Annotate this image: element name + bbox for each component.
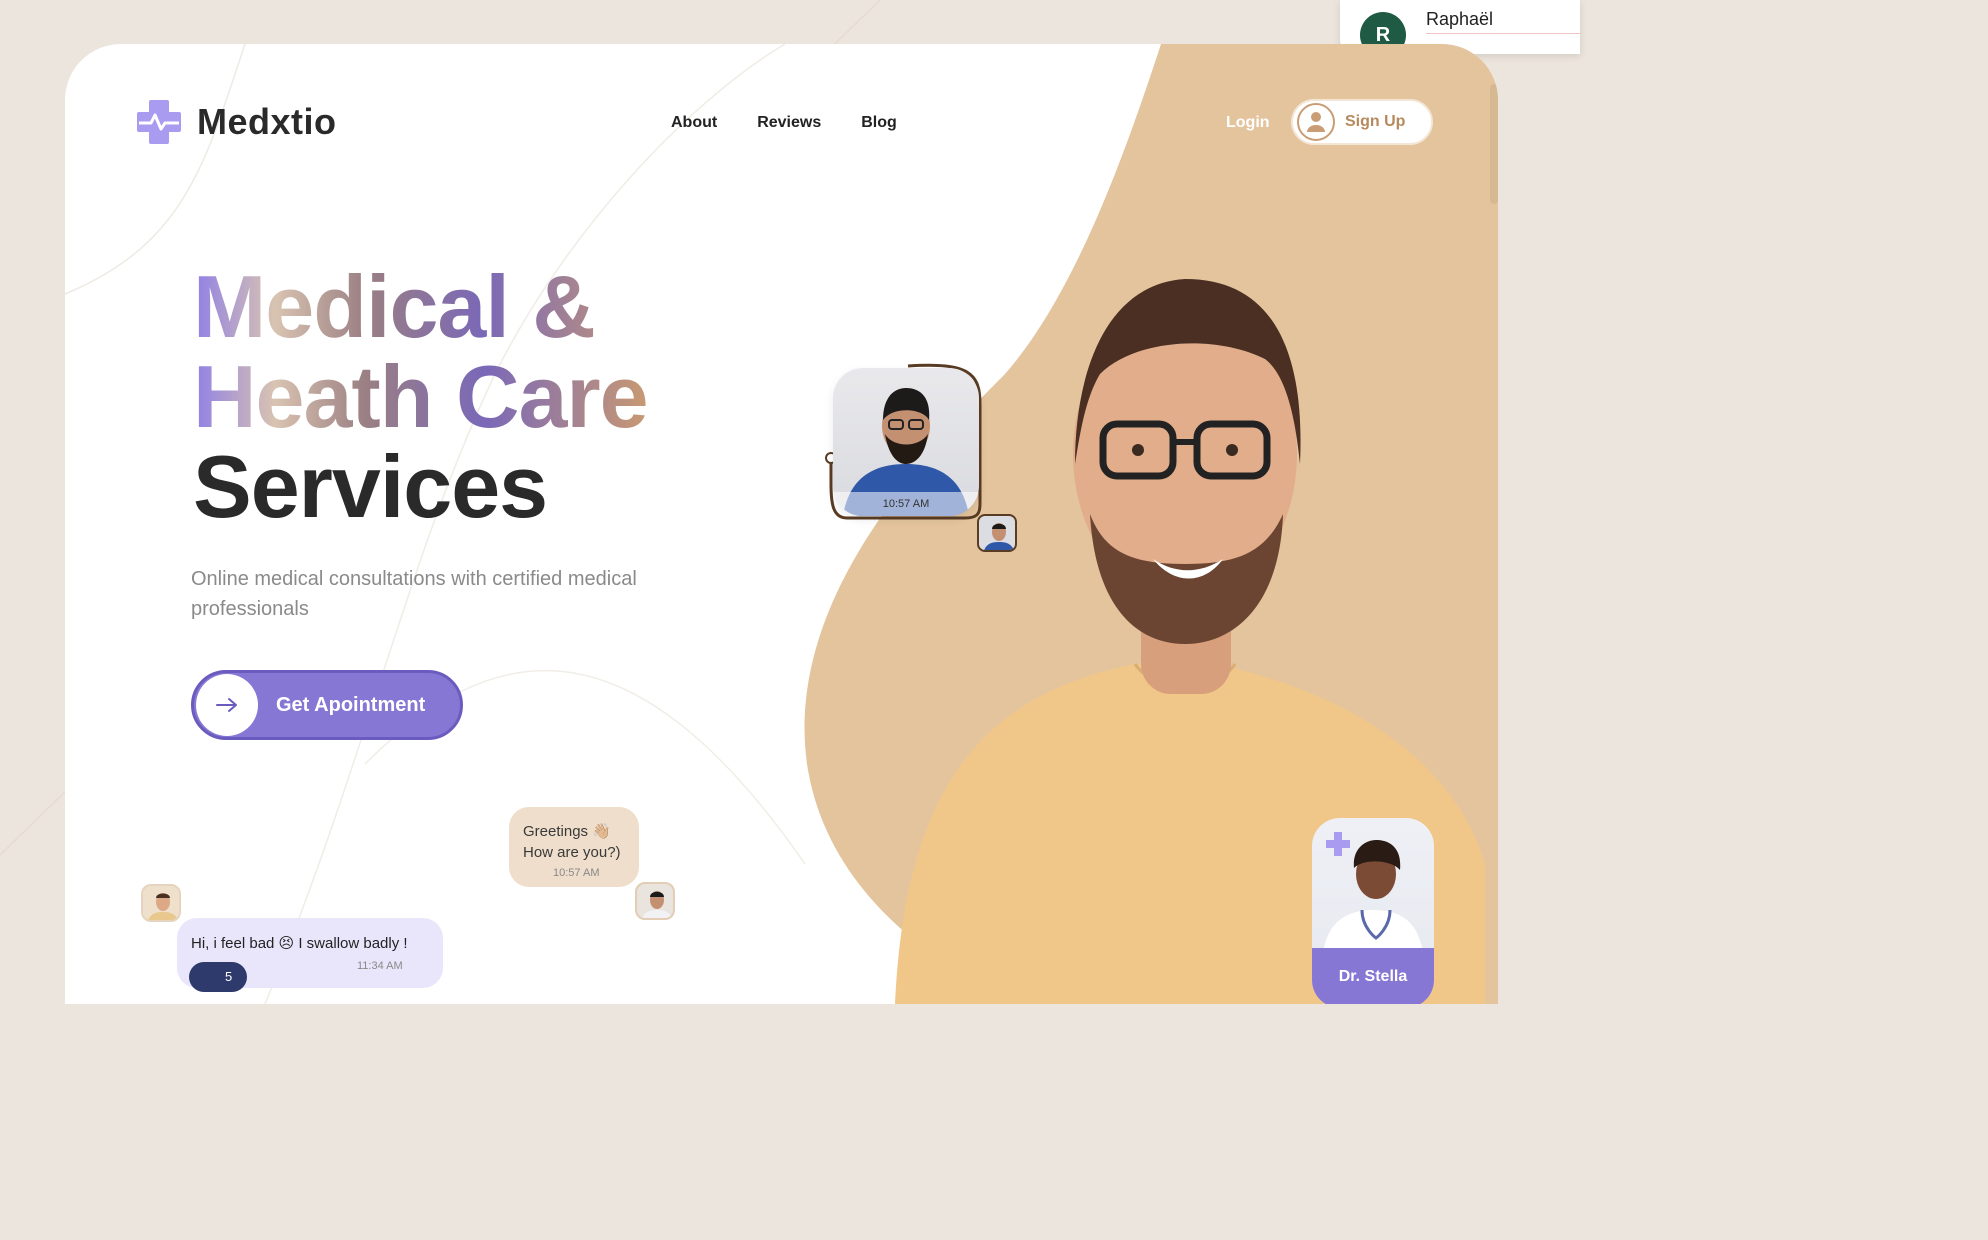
nav-about[interactable]: About	[671, 114, 717, 132]
main-nav: About Reviews Blog	[671, 114, 897, 132]
patient-avatar	[141, 884, 181, 922]
medical-cross-icon	[137, 100, 181, 144]
patient-message-time: 11:34 AM	[357, 960, 403, 972]
nav-blog[interactable]: Blog	[861, 114, 897, 132]
doctor-video-bubble[interactable]: 10:57 AM	[833, 368, 979, 516]
greeting-bubble: Greetings 👋🏼 How are you?) 10:57 AM	[509, 807, 639, 887]
brand-name: Medxtio	[197, 101, 337, 142]
hero-title: Medical & Heath Care Services	[193, 262, 649, 536]
scrollbar[interactable]	[1490, 84, 1498, 204]
reaction-badge[interactable]: 5	[189, 962, 247, 992]
get-appointment-button[interactable]: Get Apointment	[191, 670, 463, 740]
greeting-time: 10:57 AM	[553, 867, 600, 879]
arrow-right-icon	[196, 674, 258, 736]
hero-title-line2: Heath Care	[193, 347, 649, 446]
user-name: Raphaël	[1426, 9, 1494, 29]
landing-card: Medxtio About Reviews Blog Login Sign Up…	[65, 44, 1498, 1004]
cta-label: Get Apointment	[276, 693, 426, 716]
doctor-thumb-avatar	[977, 514, 1017, 552]
patient-message-text: Hi, i feel bad 😣 I swallow badly !	[191, 935, 408, 952]
doctor-card-stella[interactable]: Dr. Stella	[1312, 818, 1434, 1004]
hero-subtitle: Online medical consultations with certif…	[191, 568, 637, 620]
nav-reviews[interactable]: Reviews	[757, 114, 821, 132]
user-underline	[1426, 33, 1580, 34]
hero-title-line3: Services	[193, 437, 548, 536]
greeting-line2: How are you?)	[523, 844, 621, 861]
hero-title-line1: Medical &	[193, 262, 648, 352]
signup-button[interactable]: Sign Up	[1291, 99, 1433, 145]
doctor-avatar	[635, 882, 675, 920]
doctor-bubble-time: 10:57 AM	[833, 492, 979, 516]
logo[interactable]: Medxtio	[135, 98, 337, 146]
login-link[interactable]: Login	[1226, 114, 1270, 132]
greeting-line1: Greetings 👋🏼	[523, 823, 611, 840]
user-icon	[1297, 103, 1335, 141]
signup-label: Sign Up	[1345, 113, 1406, 130]
stella-name: Dr. Stella	[1338, 968, 1408, 985]
